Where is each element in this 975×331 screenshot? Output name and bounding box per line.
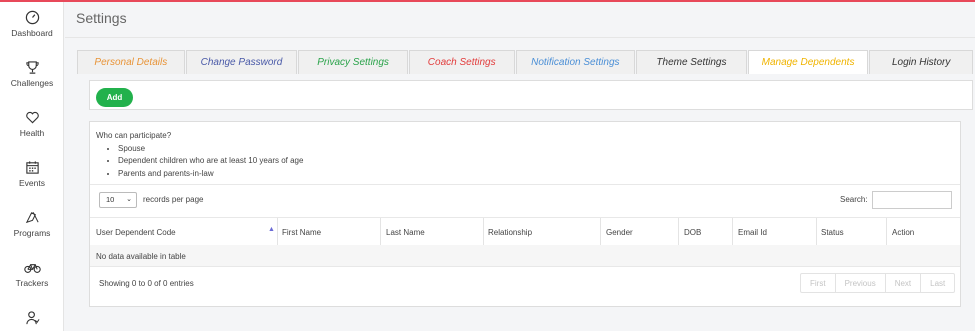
bicycle-icon [23, 264, 41, 273]
sort-asc-icon: ▲ [268, 226, 275, 233]
column-divider [600, 218, 601, 245]
table-info: Showing 0 to 0 of 0 entries [99, 279, 194, 288]
empty-table-message: No data available in table [96, 252, 186, 261]
pagination-next[interactable]: Next [886, 274, 922, 292]
page-header: Settings [65, 2, 975, 38]
pagination-first[interactable]: First [801, 274, 836, 292]
sidebar-item-health[interactable]: Health [0, 110, 64, 138]
tab-personal-details[interactable]: Personal Details [77, 50, 185, 74]
sidebar-item-label: Programs [13, 228, 51, 238]
add-dependent-button[interactable]: Add [96, 88, 133, 107]
eligibility-heading: Who can participate? [96, 131, 172, 140]
column-divider [886, 218, 887, 245]
pagination-last[interactable]: Last [921, 274, 954, 292]
eligibility-list: Spouse Dependent children who are at lea… [118, 143, 303, 180]
column-divider [277, 218, 278, 245]
gauge-icon [25, 10, 39, 25]
tab-coach-settings[interactable]: Coach Settings [408, 50, 515, 74]
column-header-email-id[interactable]: Email Id [738, 228, 767, 237]
pagination: First Previous Next Last [800, 273, 956, 293]
page-length-select[interactable]: 10 ⌄ [99, 192, 137, 208]
sidebar-item-label: Events [19, 178, 45, 188]
column-divider [732, 218, 733, 245]
page-length-label: records per page [143, 195, 204, 204]
tab-login-history[interactable]: Login History [869, 50, 973, 74]
chevron-down-icon: ⌄ [126, 196, 132, 203]
column-divider [678, 218, 679, 245]
sidebar-item-label: Trackers [15, 278, 49, 288]
tab-theme-settings[interactable]: Theme Settings [636, 50, 747, 74]
page-title: Settings [76, 10, 127, 26]
column-header-user-dependent-code[interactable]: User Dependent Code [96, 228, 176, 237]
dependents-panel: Who can participate? Spouse Dependent ch… [89, 121, 961, 307]
heart-icon [25, 111, 39, 124]
list-item: Dependent children who are at least 10 y… [118, 155, 303, 167]
list-item: Parents and parents-in-law [118, 168, 303, 180]
table-bottom-border [90, 266, 960, 267]
sidebar-item-trackers[interactable]: Trackers [0, 260, 64, 288]
search-input[interactable] [872, 191, 952, 209]
column-header-last-name[interactable]: Last Name [386, 228, 425, 237]
search-label: Search: [840, 195, 868, 204]
column-divider [483, 218, 484, 245]
people-icon [25, 311, 39, 325]
sidebar-item-dashboard[interactable]: Dashboard [0, 10, 64, 38]
divider [90, 184, 960, 185]
sidebar-item-programs[interactable]: Programs [0, 210, 64, 238]
trophy-icon [25, 61, 39, 74]
tab-privacy-settings[interactable]: Privacy Settings [298, 50, 408, 74]
column-divider [816, 218, 817, 245]
tab-notification-settings[interactable]: Notification Settings [515, 50, 636, 74]
table-top-border [90, 217, 960, 218]
sidebar-item-challenges[interactable]: Challenges [0, 60, 64, 88]
sidebar-item-people[interactable] [0, 310, 64, 328]
list-item: Spouse [118, 143, 303, 155]
sidebar-item-label: Health [19, 128, 45, 138]
column-header-first-name[interactable]: First Name [282, 228, 321, 237]
pagination-previous[interactable]: Previous [836, 274, 886, 292]
column-header-status[interactable]: Status [821, 228, 844, 237]
column-header-action[interactable]: Action [892, 228, 914, 237]
settings-tabs: Personal Details Change Password Privacy… [77, 50, 974, 74]
column-header-gender[interactable]: Gender [606, 228, 633, 237]
sidebar-item-label: Dashboard [11, 28, 53, 38]
tab-change-password[interactable]: Change Password [185, 50, 298, 74]
sidebar-item-events[interactable]: Events [0, 160, 64, 188]
column-divider [380, 218, 381, 245]
column-header-dob[interactable]: DOB [684, 228, 701, 237]
flags-icon [25, 212, 39, 224]
table-row [90, 245, 960, 266]
column-header-relationship[interactable]: Relationship [488, 228, 532, 237]
sidebar-item-label: Challenges [10, 78, 54, 88]
add-panel: Add [89, 80, 973, 110]
tab-manage-dependents[interactable]: Manage Dependents [747, 50, 869, 74]
sidebar: Dashboard Challenges Health Events Progr… [0, 2, 64, 331]
calendar-icon [25, 161, 39, 174]
